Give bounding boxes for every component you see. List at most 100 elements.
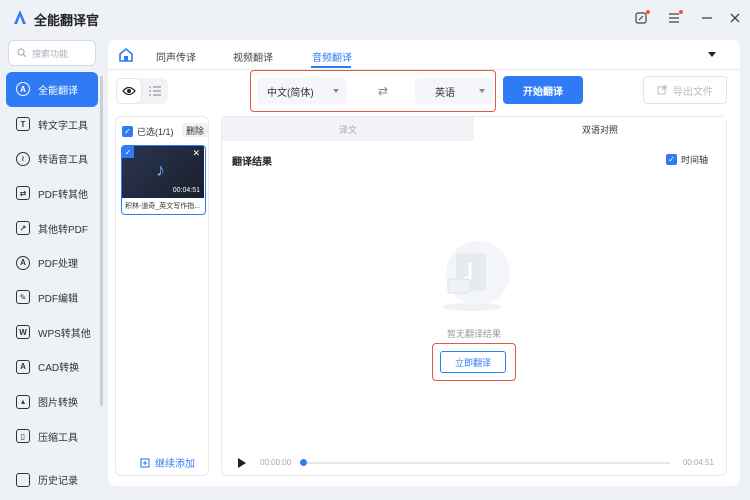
sidebar-nav: A 全能翻译 T 转文字工具 ≀ 转语音工具 ⇄ PDF转其他 ↗ 其他转PDF A PDF… — [6, 72, 98, 454]
checkbox-icon: ✓ — [122, 126, 133, 137]
sidebar-item-pdf-edit[interactable]: ✎ PDF编辑 — [6, 280, 98, 315]
play-icon[interactable] — [238, 458, 246, 468]
compress-icon: ▯ — [16, 429, 30, 444]
add-file-icon — [140, 457, 150, 468]
sidebar-item-label: WPS转其他 — [38, 328, 91, 340]
sidebar-item-label: 转语音工具 — [38, 155, 88, 167]
view-toggle — [116, 78, 168, 104]
pdf-process-icon: A — [16, 255, 30, 270]
caret-down-icon — [333, 89, 339, 93]
export-icon — [657, 85, 667, 95]
tab-audio[interactable]: 音频翻译 — [312, 49, 352, 64]
file-thumbnail: ♪ ✕ 00:04:51 — [122, 146, 204, 198]
timeline-label: 时间轴 — [680, 155, 708, 165]
translate-now-highlight: 立即翻译 — [432, 343, 516, 381]
pdf-edit-icon: ✎ — [16, 290, 30, 305]
sidebar-item-cad[interactable]: A CAD转换 — [6, 350, 98, 385]
export-file-button[interactable]: 导出文件 — [643, 76, 727, 104]
sidebar-item-voice-tool[interactable]: ≀ 转语音工具 — [6, 141, 98, 176]
caret-down-icon — [479, 89, 485, 93]
sidebar-item-pdf-process[interactable]: A PDF处理 — [6, 245, 98, 280]
active-tab-indicator — [311, 66, 351, 68]
sidebar-item-other-to-pdf[interactable]: ↗ 其他转PDF — [6, 211, 98, 246]
empty-state-illustration — [442, 241, 510, 311]
language-selector-highlight: 中文(简体) ⇄ 英语 — [250, 70, 496, 112]
list-icon — [149, 86, 161, 96]
history-button[interactable]: 历史记录 — [16, 472, 78, 487]
sidebar-item-wps[interactable]: W WPS转其他 — [6, 315, 98, 350]
music-note-icon: ♪ — [156, 160, 165, 180]
empty-state-text: 暂无翻译结果 — [446, 329, 501, 339]
tab-bar: 同声传译 视频翻译 音频翻译 — [108, 40, 740, 70]
history-label: 历史记录 — [38, 476, 78, 487]
swap-icon[interactable]: ⇄ — [378, 84, 388, 98]
source-language-select[interactable]: 中文(简体) — [257, 78, 347, 104]
tab-bilingual[interactable]: 双语对照 — [474, 117, 726, 141]
history-icon — [16, 472, 30, 487]
sidebar-item-label: PDF编辑 — [38, 293, 78, 305]
text-icon: T — [16, 117, 30, 132]
start-translate-button[interactable]: 开始翻译 — [503, 76, 583, 104]
sidebar-item-label: 图片转换 — [38, 398, 78, 410]
app-logo-icon — [14, 10, 26, 24]
source-language-value: 中文(简体) — [267, 87, 314, 99]
file-list-panel: ✓ 已选(1/1) 删除 ♪ ✕ 00:04:51 ✓ 积林-道奇_英文写作指.… — [115, 116, 209, 476]
result-tabs: 译文 双语对照 — [222, 117, 726, 141]
sidebar-item-label: 全能翻译 — [38, 85, 78, 97]
sidebar-item-text-tool[interactable]: T 转文字工具 — [6, 107, 98, 142]
cad-icon: A — [16, 359, 30, 374]
total-time: 00:04:51 — [682, 458, 714, 467]
sidebar-item-label: PDF处理 — [38, 259, 78, 271]
file-duration: 00:04:51 — [172, 187, 200, 194]
translate-now-button[interactable]: 立即翻译 — [440, 351, 506, 373]
chevron-down-icon[interactable] — [708, 52, 716, 57]
result-panel: 译文 双语对照 翻译结果 ✓ 时间轴 暂无翻译结果 立即翻译 00:00:00 … — [221, 116, 727, 476]
search-icon — [17, 48, 27, 58]
sidebar-item-label: 其他转PDF — [38, 224, 88, 236]
image-icon: ▴ — [16, 394, 30, 409]
preview-button[interactable] — [116, 78, 142, 104]
minimize-icon[interactable] — [698, 9, 716, 27]
result-title: 翻译结果 — [232, 157, 272, 168]
remove-file-icon[interactable]: ✕ — [192, 148, 200, 159]
list-view-button[interactable] — [142, 78, 168, 104]
translate-icon: A — [16, 82, 30, 97]
search-placeholder: 搜索功能 — [32, 48, 69, 59]
progress-track[interactable] — [302, 462, 670, 464]
wps-icon: W — [16, 325, 30, 340]
search-input[interactable]: 搜索功能 — [8, 40, 96, 66]
sidebar-item-pdf-to-other[interactable]: ⇄ PDF转其他 — [6, 176, 98, 211]
sidebar-item-translate[interactable]: A 全能翻译 — [6, 72, 98, 107]
sidebar: 搜索功能 A 全能翻译 T 转文字工具 ≀ 转语音工具 ⇄ PDF转其他 ↗ 其他转PDF… — [0, 36, 104, 500]
target-language-select[interactable]: 英语 — [415, 78, 493, 104]
close-icon[interactable] — [726, 9, 744, 27]
file-name: 积林-道奇_英文写作指... — [125, 203, 201, 210]
to-pdf-icon: ↗ — [16, 221, 30, 236]
main-panel: 同声传译 视频翻译 音频翻译 中文(简体) ⇄ 英语 开始翻译 导出文件 ✓ 已… — [108, 40, 740, 486]
delete-button[interactable]: 删除 — [182, 123, 208, 137]
current-time: 00:00:00 — [260, 458, 292, 467]
export-file-label: 导出文件 — [673, 86, 713, 98]
tab-video[interactable]: 视频翻译 — [233, 49, 273, 64]
continue-add-label: 继续添加 — [155, 459, 195, 470]
file-card[interactable]: ♪ ✕ 00:04:51 ✓ 积林-道奇_英文写作指... — [121, 145, 206, 215]
select-all-checkbox[interactable]: ✓ 已选(1/1) — [122, 125, 174, 138]
progress-knob[interactable] — [300, 459, 307, 466]
file-checkbox[interactable]: ✓ — [122, 146, 134, 158]
home-icon[interactable] — [118, 47, 134, 63]
sidebar-item-image[interactable]: ▴ 图片转换 — [6, 384, 98, 419]
voice-icon: ≀ — [16, 151, 30, 166]
skin-icon[interactable] — [632, 9, 650, 27]
tab-translation[interactable]: 译文 — [222, 117, 474, 141]
eye-icon — [122, 86, 136, 96]
continue-add-button[interactable]: 继续添加 — [140, 455, 195, 470]
title-bar: 全能翻译官 — [0, 0, 750, 36]
sidebar-scrollbar[interactable] — [100, 76, 103, 406]
timeline-checkbox[interactable]: ✓ 时间轴 — [665, 153, 708, 166]
sidebar-item-compress[interactable]: ▯ 压缩工具 — [6, 419, 98, 454]
menu-icon[interactable] — [665, 9, 683, 27]
app-title: 全能翻译官 — [34, 13, 100, 28]
pdf-convert-icon: ⇄ — [16, 186, 30, 201]
tab-simultaneous[interactable]: 同声传译 — [156, 49, 196, 64]
target-language-value: 英语 — [435, 87, 455, 99]
